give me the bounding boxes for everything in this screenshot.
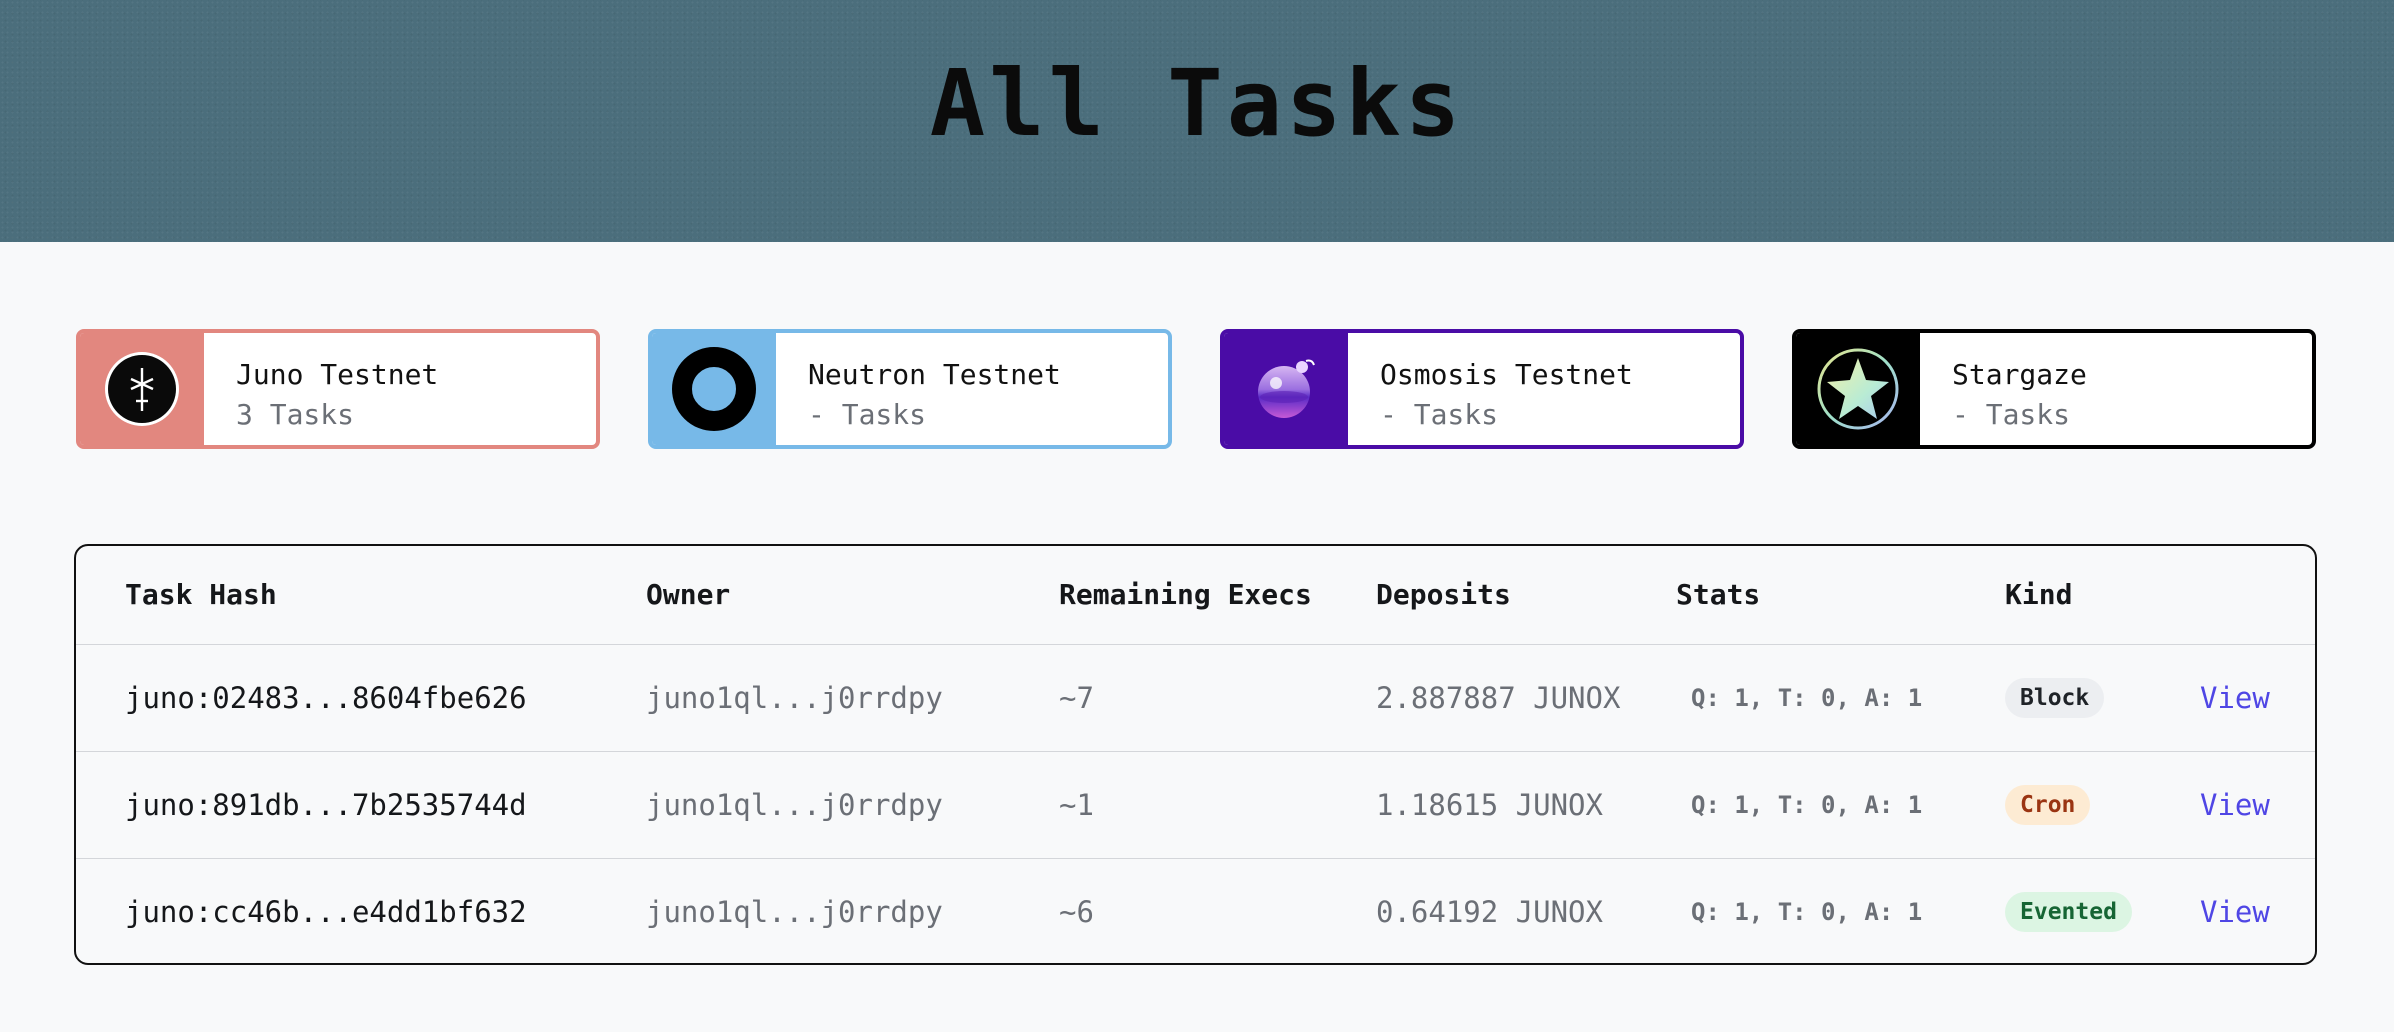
page-title: All Tasks xyxy=(929,50,1465,157)
view-task-link[interactable]: View xyxy=(2200,752,2270,858)
tasks-table: Task Hash Owner Remaining Execs Deposits… xyxy=(74,544,2317,965)
chain-name: Osmosis Testnet xyxy=(1380,358,1633,391)
stargaze-logo-icon xyxy=(1817,348,1899,430)
header-banner: All Tasks xyxy=(0,0,2394,242)
kind-badge: Evented xyxy=(2005,892,2132,932)
neutron-logo-icon xyxy=(672,347,756,431)
chain-name: Stargaze xyxy=(1952,358,2087,391)
task-hash: juno:cc46b...e4dd1bf632 xyxy=(125,895,527,929)
table-row: juno:02483...8604fbe626 juno1ql...j0rrdp… xyxy=(76,645,2315,752)
view-task-link[interactable]: View xyxy=(2200,859,2270,963)
deposit-amount: 0.64192 JUNOX xyxy=(1376,895,1603,929)
chain-name: Juno Testnet xyxy=(236,358,439,391)
chain-logo-box xyxy=(80,333,204,445)
column-header-remaining-execs: Remaining Execs xyxy=(1059,578,1312,611)
chain-card-juno[interactable]: Juno Testnet 3 Tasks xyxy=(76,329,600,449)
column-header-task-hash: Task Hash xyxy=(125,578,277,611)
task-owner: juno1ql...j0rrdpy xyxy=(646,788,943,822)
task-hash: juno:891db...7b2535744d xyxy=(125,788,527,822)
remaining-execs: ~7 xyxy=(1059,681,1094,715)
deposit-amount: 2.887887 JUNOX xyxy=(1376,681,1621,715)
chain-logo-box xyxy=(652,333,776,445)
task-stats: Q: 1, T: 0, A: 1 xyxy=(1691,898,1923,926)
chain-task-count: - Tasks xyxy=(1380,398,1499,431)
task-stats: Q: 1, T: 0, A: 1 xyxy=(1691,684,1923,712)
table-header: Task Hash Owner Remaining Execs Deposits… xyxy=(76,546,2315,645)
column-header-deposits: Deposits xyxy=(1376,578,1511,611)
task-hash: juno:02483...8604fbe626 xyxy=(125,681,527,715)
deposit-amount: 1.18615 JUNOX xyxy=(1376,788,1603,822)
task-owner: juno1ql...j0rrdpy xyxy=(646,895,943,929)
juno-logo-icon xyxy=(105,352,179,426)
column-header-kind: Kind xyxy=(2005,578,2073,611)
task-owner: juno1ql...j0rrdpy xyxy=(646,681,943,715)
remaining-execs: ~1 xyxy=(1059,788,1094,822)
chain-task-count: 3 Tasks xyxy=(236,398,355,431)
table-row: juno:891db...7b2535744d juno1ql...j0rrdp… xyxy=(76,752,2315,859)
table-row: juno:cc46b...e4dd1bf632 juno1ql...j0rrdp… xyxy=(76,859,2315,963)
task-stats: Q: 1, T: 0, A: 1 xyxy=(1691,791,1923,819)
chain-logo-box xyxy=(1796,333,1920,445)
chain-card-osmosis[interactable]: Osmosis Testnet - Tasks xyxy=(1220,329,1744,449)
chain-logo-box xyxy=(1224,333,1348,445)
remaining-execs: ~6 xyxy=(1059,895,1094,929)
view-task-link[interactable]: View xyxy=(2200,645,2270,751)
chain-name: Neutron Testnet xyxy=(808,358,1061,391)
column-header-stats: Stats xyxy=(1676,578,1761,611)
kind-badge: Block xyxy=(2005,678,2105,718)
column-header-owner: Owner xyxy=(646,578,731,611)
osmosis-logo-icon xyxy=(1258,359,1315,418)
chain-card-neutron[interactable]: Neutron Testnet - Tasks xyxy=(648,329,1172,449)
kind-badge: Cron xyxy=(2005,785,2091,825)
chain-card-stargaze[interactable]: Stargaze - Tasks xyxy=(1792,329,2316,449)
chain-task-count: - Tasks xyxy=(808,398,927,431)
chain-task-count: - Tasks xyxy=(1952,398,2071,431)
